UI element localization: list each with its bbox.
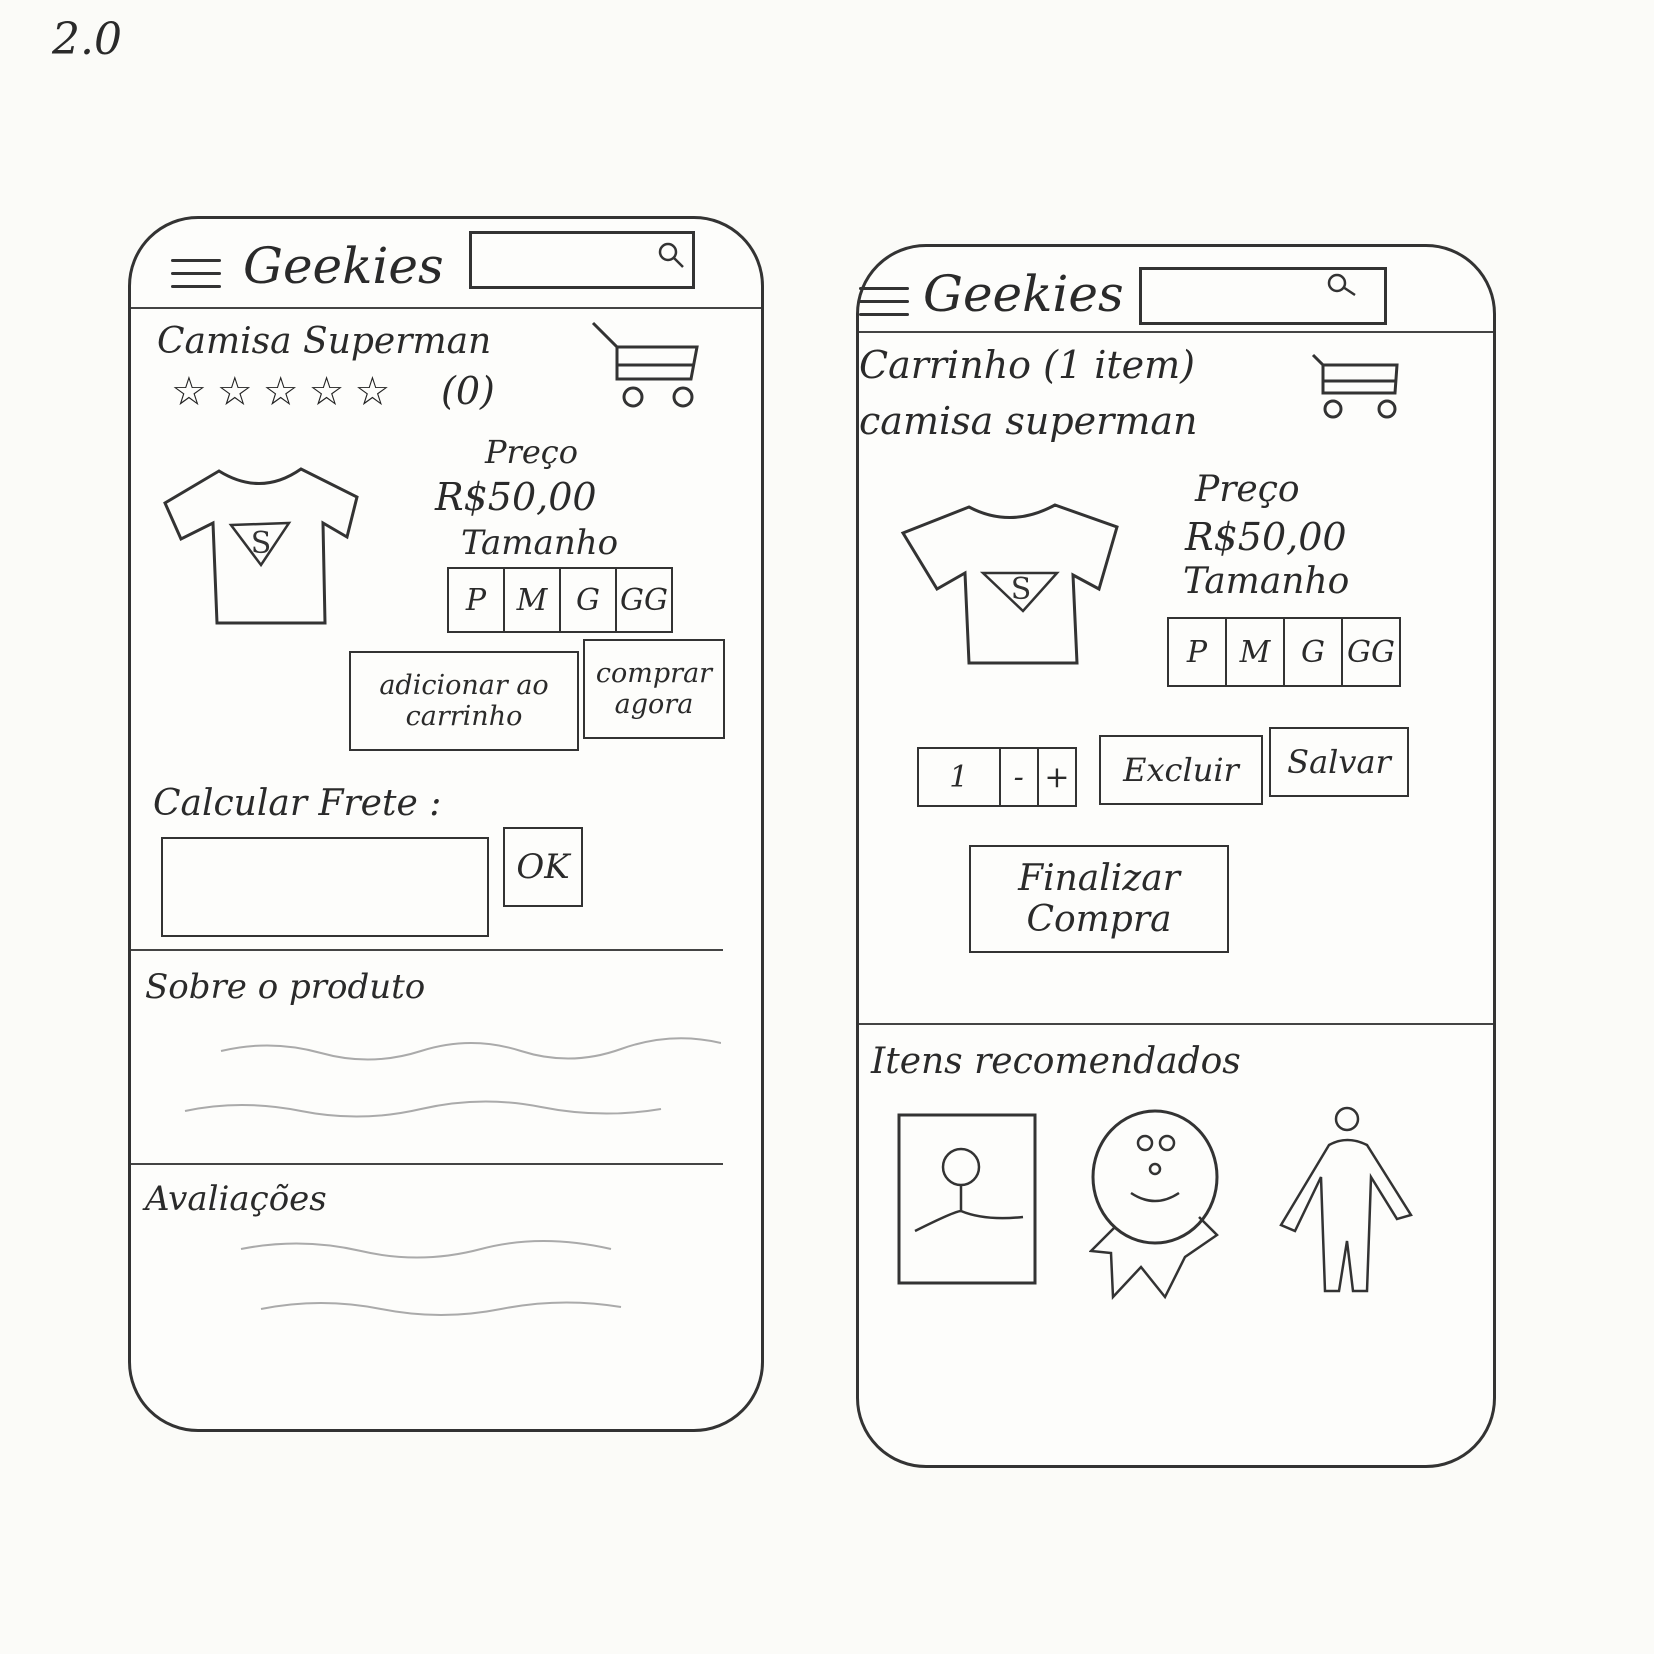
section-divider [131, 949, 723, 951]
rating-count: (0) [441, 369, 495, 413]
cart-item-name: camisa superman [859, 399, 1198, 443]
product-screen: Geekies Camisa Superman ☆☆☆☆☆ (0) S Preç… [128, 216, 764, 1432]
size-label: Tamanho [461, 523, 619, 563]
checkout-button[interactable]: Finalizar Compra [969, 845, 1229, 953]
menu-icon[interactable] [859, 287, 909, 317]
plush-image[interactable] [1089, 1107, 1225, 1303]
cart-icon[interactable] [1309, 347, 1409, 423]
section-divider [131, 1163, 723, 1165]
size-option-m[interactable]: M [505, 569, 561, 631]
delete-button[interactable]: Excluir [1099, 735, 1263, 805]
cart-screen: Geekies Carrinho (1 item) camisa superma… [856, 244, 1496, 1468]
buy-now-button[interactable]: comprar agora [583, 639, 725, 739]
price-label: Preço [485, 433, 578, 471]
reviews-label: Avaliações [145, 1179, 327, 1219]
section-divider [859, 1023, 1493, 1025]
reviews-text-placeholder [240, 1240, 622, 1316]
size-option-m[interactable]: M [1227, 619, 1285, 685]
tshirt-image: S [900, 503, 1119, 665]
size-option-g[interactable]: G [561, 569, 617, 631]
svg-text:S: S [251, 526, 272, 561]
brand-logo: Geekies [923, 265, 1124, 323]
shipping-label: Calcular Frete : [153, 783, 442, 824]
size-selector: P M G GG [447, 567, 673, 633]
size-label: Tamanho [1183, 561, 1350, 602]
version-label: 2.0 [52, 14, 122, 65]
cart-title: Carrinho (1 item) [859, 343, 1195, 387]
size-option-gg[interactable]: GG [617, 569, 671, 631]
size-option-gg[interactable]: GG [1343, 619, 1399, 685]
header-divider [859, 331, 1493, 333]
svg-text:S: S [1011, 572, 1032, 607]
size-selector: P M G GG [1167, 617, 1401, 687]
price-value: R$50,00 [435, 475, 597, 519]
tshirt-image: S [163, 467, 359, 625]
about-text-placeholder [184, 1037, 721, 1118]
price-value: R$50,00 [1185, 515, 1347, 559]
product-title: Camisa Superman [157, 321, 492, 362]
save-button[interactable]: Salvar [1269, 727, 1409, 797]
zip-code-input[interactable] [161, 837, 489, 937]
about-product-label: Sobre o produto [145, 967, 426, 1007]
figure-image[interactable] [1271, 1105, 1421, 1297]
quantity-decrement-button[interactable]: - [1001, 749, 1039, 805]
price-label: Preço [1195, 469, 1300, 510]
size-option-p[interactable]: P [1169, 619, 1227, 685]
quantity-stepper: 1 - + [917, 747, 1077, 807]
poster-image[interactable] [895, 1111, 1041, 1289]
menu-icon[interactable] [171, 259, 221, 289]
cart-icon[interactable] [587, 315, 707, 411]
ok-button[interactable]: OK [503, 827, 583, 907]
header-divider [131, 307, 761, 309]
recommended-label: Itens recomendados [871, 1041, 1241, 1082]
size-option-g[interactable]: G [1285, 619, 1343, 685]
search-icon[interactable] [1325, 273, 1357, 301]
search-icon[interactable] [657, 241, 685, 269]
rating-stars: ☆☆☆☆☆ [171, 369, 401, 415]
brand-logo: Geekies [243, 237, 444, 295]
quantity-increment-button[interactable]: + [1039, 749, 1075, 805]
quantity-value[interactable]: 1 [919, 749, 1001, 805]
size-option-p[interactable]: P [449, 569, 505, 631]
add-to-cart-button[interactable]: adicionar ao carrinho [349, 651, 579, 751]
